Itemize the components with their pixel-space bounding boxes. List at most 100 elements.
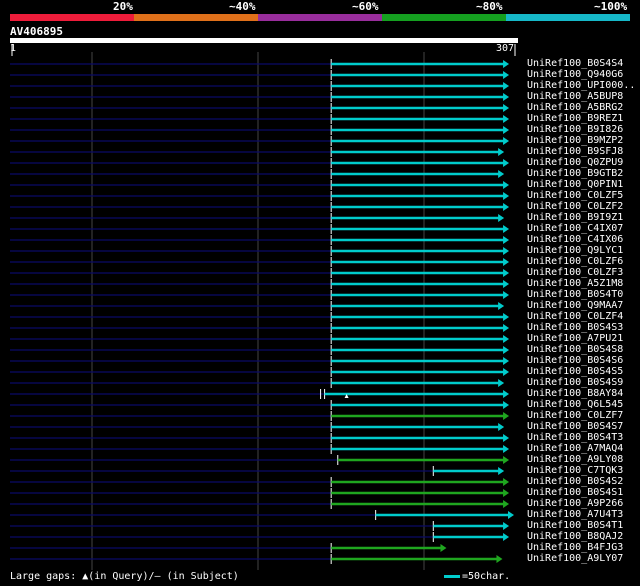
hit-arrowhead bbox=[503, 104, 510, 112]
hit-label[interactable]: UniRef100_C0LZF4 bbox=[527, 311, 635, 322]
hit-label[interactable]: UniRef100_C4IX07 bbox=[527, 223, 635, 234]
hit-label[interactable]: UniRef100_B9REZ1 bbox=[527, 113, 635, 124]
hit-arrowhead bbox=[503, 390, 510, 398]
hit-arrowhead bbox=[503, 137, 510, 145]
hit-arrowhead bbox=[503, 269, 510, 277]
hit-label[interactable]: UniRef100_A7MAQ4 bbox=[527, 443, 635, 454]
hit-label[interactable]: UniRef100_B0S4S1 bbox=[527, 487, 635, 498]
hit-arrowhead bbox=[503, 291, 510, 299]
hit-label[interactable]: UniRef100_Q940G6 bbox=[527, 69, 635, 80]
hit-label[interactable]: UniRef100_A9P266 bbox=[527, 498, 635, 509]
hit-arrowhead bbox=[503, 247, 510, 255]
hit-label[interactable]: UniRef100_Q0ZPU9 bbox=[527, 157, 635, 168]
hit-label[interactable]: UniRef100_B0S4S5 bbox=[527, 366, 635, 377]
hit-label[interactable]: UniRef100_C0LZF3 bbox=[527, 267, 635, 278]
hit-arrowhead bbox=[498, 170, 505, 178]
hit-arrowhead bbox=[496, 555, 503, 563]
hit-arrowhead bbox=[503, 181, 510, 189]
hit-arrowhead bbox=[503, 313, 510, 321]
hit-arrowhead bbox=[503, 478, 510, 486]
hit-arrowhead bbox=[503, 236, 510, 244]
hit-label[interactable]: UniRef100_A7PU21 bbox=[527, 333, 635, 344]
hit-arrowhead bbox=[498, 467, 505, 475]
hit-label[interactable]: UniRef100_B0S4S3 bbox=[527, 322, 635, 333]
scale-legend: =50char. bbox=[444, 571, 510, 582]
hit-label[interactable]: UniRef100_Q6L545 bbox=[527, 399, 635, 410]
gaps-label: Large gaps: bbox=[10, 571, 83, 582]
hit-arrowhead bbox=[503, 82, 510, 90]
hit-label[interactable]: UniRef100_A5BRG2 bbox=[527, 102, 635, 113]
hit-label[interactable]: UniRef100_C0LZF6 bbox=[527, 256, 635, 267]
hit-label[interactable]: UniRef100_B0S4T0 bbox=[527, 289, 635, 300]
hit-arrowhead bbox=[440, 544, 447, 552]
hit-label[interactable]: UniRef100_Q9LYC1 bbox=[527, 245, 635, 256]
hit-arrowhead bbox=[503, 258, 510, 266]
hit-arrowhead bbox=[503, 357, 510, 365]
hit-arrowhead bbox=[498, 214, 505, 222]
hit-label[interactable]: UniRef100_B0S4S6 bbox=[527, 355, 635, 366]
hit-label[interactable]: UniRef100_B9GTB2 bbox=[527, 168, 635, 179]
scale-swatch bbox=[444, 574, 460, 578]
hit-arrowhead bbox=[503, 368, 510, 376]
hit-label[interactable]: UniRef100_B0S4S9 bbox=[527, 377, 635, 388]
hit-label[interactable]: UniRef100_B0S4S7 bbox=[527, 421, 635, 432]
hit-arrowhead bbox=[503, 401, 510, 409]
hit-label[interactable]: UniRef100_A7U4T3 bbox=[527, 509, 635, 520]
hit-arrowhead bbox=[503, 280, 510, 288]
hit-label[interactable]: UniRef100_B0S4T3 bbox=[527, 432, 635, 443]
hit-arrowhead bbox=[503, 203, 510, 211]
hit-arrowhead bbox=[503, 522, 510, 530]
hit-arrowhead bbox=[503, 456, 510, 464]
hit-label[interactable]: UniRef100_C0LZF2 bbox=[527, 201, 635, 212]
hit-arrowhead bbox=[503, 324, 510, 332]
large-gaps-legend: Large gaps: ▲(in Query)/– (in Subject) bbox=[10, 571, 239, 582]
hit-label[interactable]: UniRef100_Q9MAA7 bbox=[527, 300, 635, 311]
hit-label[interactable]: UniRef100_B8QAJ2 bbox=[527, 531, 635, 542]
hit-label[interactable]: UniRef100_C4IX06 bbox=[527, 234, 635, 245]
hit-arrowhead bbox=[503, 412, 510, 420]
hit-label[interactable]: UniRef100_B9SFJ8 bbox=[527, 146, 635, 157]
hit-label[interactable]: UniRef100_C0LZF7 bbox=[527, 410, 635, 421]
hit-labels: UniRef100_B0S4S4 UniRef100_Q940G6 UniRef10… bbox=[527, 58, 635, 564]
hit-label[interactable]: UniRef100_B9I826 bbox=[527, 124, 635, 135]
hit-arrowhead bbox=[508, 511, 514, 519]
hit-label[interactable]: UniRef100_B0S4S4 bbox=[527, 58, 635, 69]
scale-text: =50char. bbox=[462, 571, 511, 582]
hit-arrowhead bbox=[503, 93, 510, 101]
hit-label[interactable]: UniRef100_B9I9Z1 bbox=[527, 212, 635, 223]
hit-label[interactable]: UniRef100_C7TQK3 bbox=[527, 465, 635, 476]
hit-arrowhead bbox=[498, 423, 505, 431]
hit-arrowhead bbox=[503, 434, 510, 442]
hit-label[interactable]: UniRef100_B0S4S2 bbox=[527, 476, 635, 487]
hit-arrowhead bbox=[498, 148, 505, 156]
hit-label[interactable]: UniRef100_B0S4T1 bbox=[527, 520, 635, 531]
hit-arrowhead bbox=[498, 379, 505, 387]
hit-arrowhead bbox=[503, 71, 510, 79]
hit-label[interactable]: UniRef100_A9LY07 bbox=[527, 553, 635, 564]
hit-arrowhead bbox=[503, 192, 510, 200]
hit-label[interactable]: UniRef100_B4FJG3 bbox=[527, 542, 635, 553]
hit-arrowhead bbox=[498, 302, 505, 310]
hit-arrowhead bbox=[503, 533, 510, 541]
gap-subject-text: (in Subject) bbox=[160, 571, 239, 582]
hit-label[interactable]: UniRef100_B8AY84 bbox=[527, 388, 635, 399]
hit-arrowhead bbox=[503, 60, 510, 68]
hit-arrowhead bbox=[503, 115, 510, 123]
hit-arrowhead bbox=[503, 335, 510, 343]
hit-arrowhead bbox=[503, 225, 510, 233]
hit-arrowhead bbox=[503, 489, 510, 497]
hit-label[interactable]: UniRef100_A5BUP8 bbox=[527, 91, 635, 102]
hit-arrowhead bbox=[503, 346, 510, 354]
hit-arrowhead bbox=[503, 159, 510, 167]
hit-arrowhead bbox=[503, 126, 510, 134]
hit-label[interactable]: UniRef100_A5Z1M8 bbox=[527, 278, 635, 289]
hit-label[interactable]: UniRef100_Q0PIN1 bbox=[527, 179, 635, 190]
gap-query-text: (in Query)/ bbox=[88, 571, 155, 582]
hit-label[interactable]: UniRef100_UPI000.. bbox=[527, 80, 635, 91]
hit-label[interactable]: UniRef100_A9LY08 bbox=[527, 454, 635, 465]
hit-label[interactable]: UniRef100_B9MZP2 bbox=[527, 135, 635, 146]
hit-label[interactable]: UniRef100_C0LZF5 bbox=[527, 190, 635, 201]
hit-arrowhead bbox=[503, 445, 510, 453]
hit-label[interactable]: UniRef100_B0S4S8 bbox=[527, 344, 635, 355]
hit-arrowhead bbox=[503, 500, 510, 508]
